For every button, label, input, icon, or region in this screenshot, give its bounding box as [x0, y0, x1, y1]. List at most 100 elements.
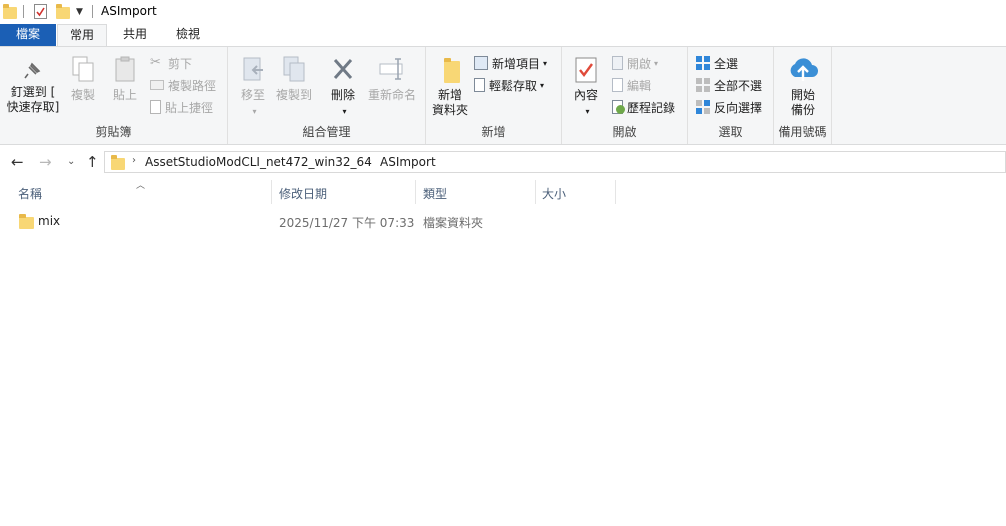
breadcrumb-chevron-icon[interactable]: ›: [367, 155, 371, 166]
edit-button[interactable]: 編輯: [612, 76, 651, 94]
tab-home[interactable]: 常用: [57, 24, 107, 47]
properties-button[interactable]: 內容 ▾: [570, 55, 602, 119]
recent-locations-icon[interactable]: ⌄: [67, 156, 75, 167]
new-folder-icon: [438, 55, 462, 85]
edit-icon: [612, 78, 623, 92]
file-type: 檔案資料夾: [423, 216, 484, 230]
pin-quick-access-button[interactable]: 釘選到 [ 快速存取]: [4, 59, 62, 115]
tab-share[interactable]: 共用: [110, 24, 160, 46]
column-name[interactable]: 名稱: [18, 185, 42, 202]
move-to-button[interactable]: 移至 ▾: [236, 55, 270, 119]
invert-selection-button[interactable]: 反向選擇: [696, 98, 762, 116]
open-group-label: 開啟: [612, 125, 637, 139]
select-none-icon: [696, 78, 710, 92]
dropdown-icon: ▾: [585, 107, 590, 116]
tab-file[interactable]: 檔案: [0, 24, 56, 46]
file-row[interactable]: mix 2025/11/27 下午 07:33 檔案資料夾: [0, 209, 1006, 233]
paste-shortcut-button[interactable]: 貼上捷徑: [150, 98, 213, 116]
title-bar: ▼ ASImport: [0, 0, 1006, 24]
easy-access-icon: [474, 78, 485, 92]
rename-button[interactable]: 重新命名: [366, 55, 418, 103]
select-all-icon: [696, 56, 710, 70]
column-header: ︿ 名稱 修改日期 類型 大小: [0, 178, 1006, 206]
new-group: 新增 資料夾 新增項目 ▾ 輕鬆存取 ▾ 新增: [426, 47, 562, 144]
dropdown-icon: ▾: [654, 58, 659, 68]
breadcrumb-chevron-icon[interactable]: ›: [132, 155, 136, 166]
select-none-button[interactable]: 全部不選: [696, 76, 762, 94]
copy-button[interactable]: 複製: [66, 55, 100, 103]
toolbar-divider: [92, 5, 93, 18]
column-date[interactable]: 修改日期: [279, 185, 327, 202]
new-group-label: 新增: [481, 125, 506, 139]
paste-shortcut-icon: [150, 100, 161, 114]
paste-button[interactable]: 貼上: [108, 55, 142, 103]
select-none-label: 全部不選: [714, 78, 763, 93]
column-size[interactable]: 大小: [542, 185, 566, 202]
column-divider[interactable]: [415, 180, 416, 204]
copy-path-button[interactable]: 複製路徑: [150, 76, 216, 94]
history-icon: [612, 100, 625, 114]
forward-arrow-icon[interactable]: →: [39, 153, 52, 171]
column-divider[interactable]: [535, 180, 536, 204]
properties-icon[interactable]: [34, 4, 47, 19]
file-name: mix: [38, 214, 61, 228]
invert-selection-icon: [696, 100, 710, 114]
column-type[interactable]: 類型: [423, 185, 447, 202]
select-group-label: 選取: [718, 125, 743, 139]
new-item-label: 新增項目: [492, 56, 541, 71]
dropdown-icon: ▾: [252, 107, 257, 116]
new-folder-label-1: 新增: [437, 88, 462, 102]
toolbar-divider: [23, 5, 24, 18]
new-folder-icon[interactable]: [56, 4, 70, 19]
copy-to-button[interactable]: 複製到: [274, 55, 314, 103]
up-arrow-icon[interactable]: ↑: [86, 153, 99, 171]
sort-ascending-icon: ︿: [136, 181, 146, 191]
properties-icon: [575, 57, 597, 83]
copy-label: 複製: [70, 88, 95, 102]
address-row: ← → ⌄ ↑ › AssetStudioModCLI_net472_win32…: [0, 146, 1006, 178]
breadcrumb-item[interactable]: AssetStudioModCLI_net472_win32_64: [145, 155, 372, 169]
copy-to-label: 複製到: [275, 88, 312, 102]
edit-label: 編輯: [627, 78, 652, 93]
select-group: 全選 全部不選 反向選擇 選取: [688, 47, 774, 144]
new-item-icon: [474, 56, 488, 70]
delete-label: 刪除: [330, 88, 355, 102]
new-item-button[interactable]: 新增項目 ▾: [474, 54, 547, 72]
pin-label-1: 釘選到 [: [10, 85, 56, 99]
copy-to-icon: [283, 56, 305, 82]
rename-label: 重新命名: [367, 88, 416, 102]
open-group: 內容 ▾ 開啟 ▾ 編輯 歷程記錄 開啟: [562, 47, 688, 144]
pin-label-2: 快速存取]: [6, 100, 60, 114]
tab-view[interactable]: 檢視: [163, 24, 213, 46]
history-button[interactable]: 歷程記錄: [612, 98, 675, 116]
new-folder-button[interactable]: 新增 資料夾: [430, 55, 470, 118]
window-title: ASImport: [101, 4, 157, 18]
column-divider[interactable]: [271, 180, 272, 204]
copy-path-label: 複製路徑: [168, 78, 217, 93]
cut-label: 剪下: [168, 56, 193, 71]
folder-icon: [19, 214, 34, 229]
column-divider[interactable]: [615, 180, 616, 204]
dropdown-icon: ▾: [540, 80, 545, 90]
move-to-icon: [243, 57, 263, 81]
start-backup-label-1: 開始: [790, 88, 815, 102]
delete-button[interactable]: 刪除 ▾: [326, 55, 360, 119]
open-label: 開啟: [627, 56, 652, 71]
pin-icon: [24, 62, 41, 79]
customize-toolbar-icon[interactable]: ▼: [76, 7, 83, 17]
copy-icon: [72, 56, 94, 82]
backup-group-label: 備用號碼: [778, 125, 827, 139]
quick-access-folder-icon[interactable]: [3, 4, 17, 19]
back-arrow-icon[interactable]: ←: [11, 153, 24, 171]
start-backup-button[interactable]: 開始 備份: [780, 55, 826, 118]
select-all-button[interactable]: 全選: [696, 54, 738, 72]
open-button[interactable]: 開啟 ▾: [612, 54, 658, 72]
cut-button[interactable]: ✂ 剪下: [150, 54, 192, 72]
easy-access-label: 輕鬆存取: [489, 78, 538, 93]
scissors-icon: ✂: [150, 55, 161, 70]
breadcrumb-item[interactable]: ASImport: [380, 155, 436, 169]
address-bar[interactable]: › AssetStudioModCLI_net472_win32_64 › AS…: [104, 151, 1006, 173]
properties-label: 內容: [573, 88, 598, 102]
easy-access-button[interactable]: 輕鬆存取 ▾: [474, 76, 544, 94]
paste-icon: [115, 56, 135, 82]
